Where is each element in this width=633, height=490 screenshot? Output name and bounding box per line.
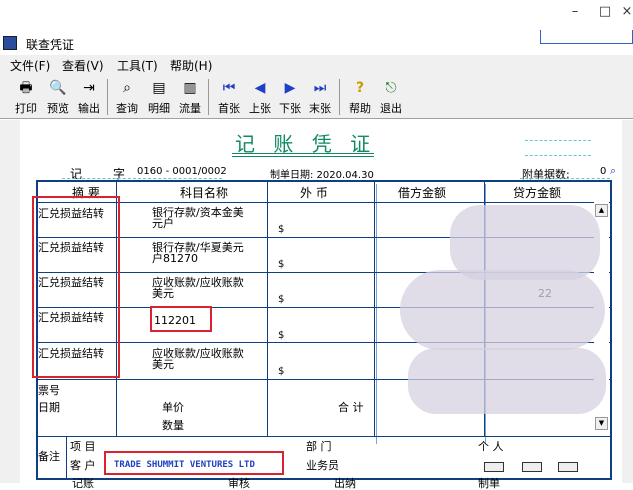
binoculars-icon: ⌕ (123, 80, 131, 96)
summary-highlight (32, 196, 120, 378)
row-account[interactable]: 户81270 (152, 253, 198, 264)
menu-view[interactable]: 查看(V) (62, 57, 104, 74)
query-button[interactable]: ⌕ 查询 (110, 77, 144, 117)
toolbar-separator (339, 79, 340, 115)
bill-no-label: 票号 (38, 384, 60, 397)
total-label: 合 计 (338, 401, 364, 414)
blurred-region (408, 348, 606, 414)
row-account[interactable]: 美元 (152, 359, 174, 370)
detail-button[interactable]: ▤ 明细 (142, 77, 176, 117)
printer-icon: 🖶 (19, 80, 33, 96)
row-divider (36, 436, 612, 437)
currency-symbol: $ (278, 294, 285, 305)
menu-file[interactable]: 文件(F) (10, 57, 50, 74)
inner-close-frame (540, 30, 633, 44)
attachments-count: 0 (600, 166, 607, 177)
remark-label: 备注 (38, 450, 60, 463)
customer-name[interactable]: TRADE SHUMMIT VENTURES LTD (114, 460, 255, 470)
print-button[interactable]: 🖶 打印 (9, 77, 43, 117)
preview-icon: 🔍 (49, 80, 67, 96)
card-icon[interactable] (484, 462, 504, 472)
next-button[interactable]: ▶ 下张 (273, 77, 307, 117)
tool-icon[interactable] (558, 462, 578, 472)
toolbar-separator (107, 79, 108, 115)
export-icon: ⇥ (83, 80, 95, 96)
currency-symbol: $ (278, 366, 285, 377)
menu-tools[interactable]: 工具(T) (117, 57, 158, 74)
flow-icon: ▥ (183, 80, 197, 96)
account-edit-box[interactable]: 112201 (150, 306, 212, 332)
scroll-up-button[interactable]: ▲ (595, 204, 608, 217)
app-icon (3, 36, 17, 50)
row-divider (36, 202, 612, 203)
bottom-auditor: 审核 (228, 477, 250, 490)
help-button[interactable]: ? 帮助 (343, 77, 377, 117)
staff-label: 业务员 (306, 459, 339, 472)
customer-label: 客 户 (70, 459, 96, 472)
minimize-button[interactable]: – (560, 2, 590, 22)
bottom-cashier: 出纳 (334, 477, 356, 490)
debit-digit-line (376, 184, 377, 444)
title-underline (232, 156, 374, 157)
col-divider (66, 436, 67, 478)
person-label: 个 人 (478, 440, 504, 453)
scroll-down-button[interactable]: ▼ (595, 417, 608, 430)
toolbar: 🖶 打印 🔍 预览 ⇥ 输出 ⌕ 查询 ▤ 明细 ▥ 流量 ⏮ 首张 ◀ 上张 ▶ 下张 ⏭ 末张 … (0, 73, 633, 119)
dashed-line (525, 140, 591, 141)
next-icon: ▶ (284, 80, 296, 96)
menu-bar: 文件(F) 查看(V) 工具(T) 帮助(H) (0, 55, 633, 73)
row-account[interactable]: 美元 (152, 288, 174, 299)
exit-button[interactable]: ⎋ 退出 (374, 77, 408, 117)
voucher-date: 制单日期: 2020.04.30 (270, 170, 374, 181)
row-account[interactable]: 元户 (152, 218, 174, 229)
title-bar: – □ × 联查凭证 (0, 0, 633, 55)
header-account: 科目名称 (180, 186, 229, 200)
title-underline (232, 153, 374, 154)
prev-icon: ◀ (254, 80, 266, 96)
blurred-region (450, 205, 600, 280)
toolbar-separator (208, 79, 209, 115)
left-panel (0, 120, 20, 483)
header-foreign: 外 币 (300, 186, 328, 200)
qty-label: 数量 (162, 419, 184, 432)
col-divider (267, 182, 268, 436)
last-button[interactable]: ⏭ 末张 (303, 77, 337, 117)
prev-button[interactable]: ◀ 上张 (243, 77, 277, 117)
last-icon: ⏭ (313, 80, 327, 96)
blurred-region (400, 270, 605, 350)
voucher-number: 0160 - 0001/0002 (137, 166, 227, 177)
price-label: 单价 (162, 401, 184, 414)
voucher-window: – □ × 联查凭证 文件(F) 查看(V) 工具(T) 帮助(H) 🖶 打印 🔍… (0, 0, 633, 489)
header-debit: 借方金额 (398, 186, 447, 200)
dept-label: 部 门 (306, 440, 332, 453)
currency-symbol: $ (278, 259, 285, 270)
window-title: 联查凭证 (26, 38, 75, 52)
bottom-bookkeeper: 记账 (72, 477, 94, 490)
dashed-line (525, 155, 591, 156)
project-label: 项 目 (70, 440, 96, 453)
dashed-line (520, 178, 610, 179)
preview-button[interactable]: 🔍 预览 (41, 77, 75, 117)
col-divider (374, 182, 375, 436)
menu-help[interactable]: 帮助(H) (170, 57, 212, 74)
right-panel (622, 120, 633, 483)
account-edit-value: 112201 (154, 314, 196, 327)
first-icon: ⏮ (222, 80, 236, 96)
export-button[interactable]: ⇥ 输出 (72, 77, 106, 117)
exit-icon: ⎋ (385, 80, 397, 96)
close-button[interactable]: × (612, 2, 633, 22)
currency-symbol: $ (278, 224, 285, 235)
first-button[interactable]: ⏮ 首张 (212, 77, 246, 117)
help-icon: ? (355, 80, 365, 96)
detail-icon: ▤ (152, 80, 166, 96)
zoom-icon[interactable]: ⌕ (610, 164, 616, 178)
currency-symbol: $ (278, 330, 285, 341)
dashed-line (62, 178, 222, 179)
bottom-maker: 制单 (478, 477, 500, 490)
header-credit: 贷方金额 (513, 186, 562, 200)
flow-button[interactable]: ▥ 流量 (173, 77, 207, 117)
memo-icon[interactable] (522, 462, 542, 472)
bill-date-label: 日期 (38, 401, 60, 414)
